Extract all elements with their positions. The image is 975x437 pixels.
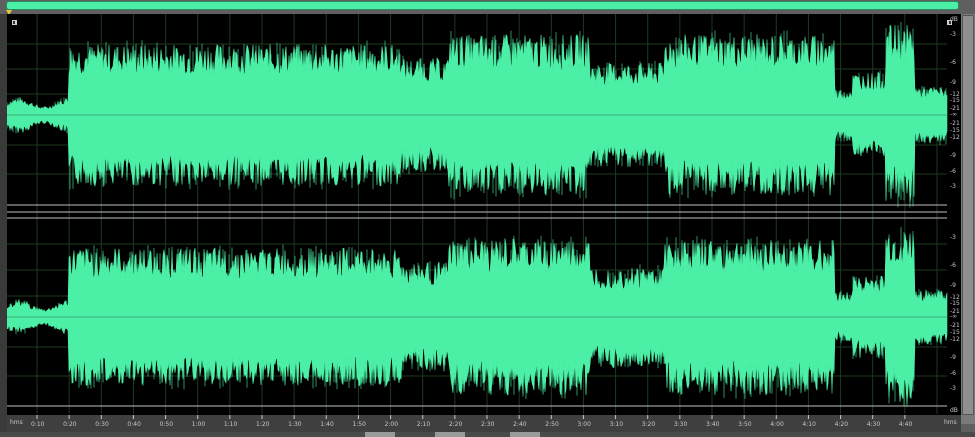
ruler-tick-label: 2:20 — [449, 421, 463, 428]
db-tick-label: -12 — [950, 134, 960, 141]
left-gutter — [0, 14, 7, 434]
ruler-tick-label: 1:20 — [256, 421, 270, 428]
bottom-strip — [0, 432, 975, 437]
ruler-tick-label: 2:10 — [417, 421, 431, 428]
ruler-unit-label: hms — [10, 419, 23, 426]
db-tick-label: -9 — [950, 354, 956, 361]
db-tick-label: -3 — [950, 234, 956, 241]
db-tick-label: -6 — [950, 262, 956, 269]
db-tick-label: -9 — [950, 79, 956, 86]
bottom-tab[interactable] — [510, 432, 540, 437]
db-tick-label: -15 — [950, 329, 960, 336]
bottom-tab[interactable] — [435, 432, 465, 437]
channel-toggle-icon[interactable] — [12, 20, 17, 25]
ruler-tick-label: 4:40 — [899, 421, 913, 428]
db-tick-label: -∞ — [950, 313, 957, 320]
db-unit-label: dB — [950, 16, 958, 23]
ruler-tick-label: 0:40 — [127, 421, 141, 428]
ruler-tick-label: 4:30 — [867, 421, 881, 428]
ruler-tick-label: 4:20 — [835, 421, 849, 428]
ruler-tick-label: 2:50 — [545, 421, 559, 428]
ruler-tick-label: 1:40 — [320, 421, 334, 428]
ruler-tick-label: 2:30 — [481, 421, 495, 428]
db-tick-label: -∞ — [950, 111, 957, 118]
ruler-tick-label: 4:10 — [802, 421, 816, 428]
ruler-tick-label: 2:00 — [385, 421, 399, 428]
ruler-tick-label: 3:40 — [706, 421, 720, 428]
ruler-tick-label: 3:50 — [738, 421, 752, 428]
overview-bar[interactable] — [6, 1, 959, 10]
db-tick-label: -15 — [950, 127, 960, 134]
ruler-tick-label: 1:00 — [192, 421, 206, 428]
ruler-tick-label: 4:00 — [770, 421, 784, 428]
ruler-tick-label: 1:50 — [352, 421, 366, 428]
scrollbar-thumb[interactable] — [962, 15, 974, 415]
ruler-tick-label: 3:00 — [577, 421, 591, 428]
db-tick-label: -3 — [950, 183, 956, 190]
db-tick-label: -3 — [950, 31, 956, 38]
db-tick-label: -3 — [950, 385, 956, 392]
ruler-tick-label: 2:40 — [513, 421, 527, 428]
db-tick-label: -6 — [950, 370, 956, 377]
ruler-tick-label: 3:30 — [674, 421, 688, 428]
db-tick-label: -15 — [950, 300, 960, 307]
db-tick-label: -9 — [950, 152, 956, 159]
ruler-unit-label: hms — [944, 419, 957, 426]
ruler-tick-label: 3:20 — [642, 421, 656, 428]
bottom-tab[interactable] — [365, 432, 395, 437]
waveform-editor: dB -3 -6 -9 -12 -15 -21 -∞ -21 -15 -12 -9 -6 -3 -3 -6 -9… — [0, 0, 975, 437]
db-tick-label: -15 — [950, 97, 960, 104]
db-tick-label: -9 — [950, 282, 956, 289]
db-tick-label: -12 — [950, 336, 960, 343]
ruler-tick-label: 0:10 — [31, 421, 45, 428]
db-tick-label: -21 — [950, 322, 960, 329]
ruler-tick-label: 0:20 — [63, 421, 77, 428]
db-tick-label: -21 — [950, 120, 960, 127]
db-tick-label: -6 — [950, 168, 956, 175]
ruler-tick-label: 1:10 — [224, 421, 238, 428]
ruler-tick-label: 3:10 — [610, 421, 624, 428]
waveform-display[interactable]: dB-3-6-9-12-15-21-∞-21-15-12-9-6-3-3-6-9… — [7, 14, 961, 434]
db-tick-label: -6 — [950, 59, 956, 66]
ruler-tick-label: 1:30 — [288, 421, 302, 428]
db-unit-label: dB — [950, 407, 958, 414]
ruler-tick-label: 0:30 — [95, 421, 109, 428]
ruler-tick-label: 0:50 — [160, 421, 174, 428]
